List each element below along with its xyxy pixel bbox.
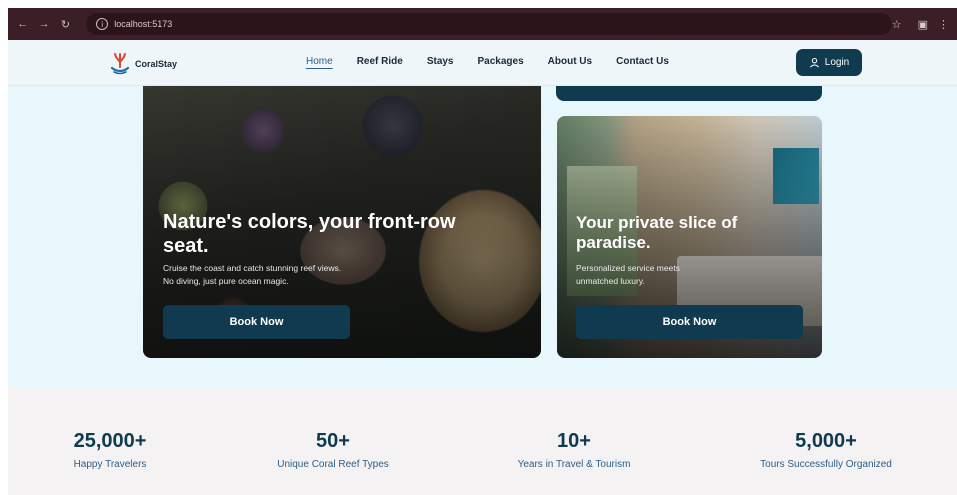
reef-book-now-button[interactable]: Book Now <box>163 305 350 339</box>
stat-years-in-travel: 10+ Years in Travel & Tourism <box>518 430 631 470</box>
nav-links: Home Reef Ride Stays Packages About Us C… <box>306 56 693 67</box>
info-icon[interactable]: i <box>96 18 109 30</box>
menu-icon[interactable]: ⋮ <box>938 18 949 31</box>
login-button[interactable]: Login <box>796 49 862 76</box>
reef-card-description: Cruise the coast and catch stunning reef… <box>163 262 341 288</box>
login-label: Login <box>824 57 850 68</box>
nav-link-contact-us[interactable]: Contact Us <box>616 56 669 67</box>
stay-card-description-line: Personalized service meets <box>576 263 680 273</box>
stay-card-description-line: unmatched luxury. <box>576 276 645 287</box>
address-bar[interactable]: i localhost:5173 <box>86 13 892 35</box>
stay-card: Your private slice of paradise. Personal… <box>557 116 822 358</box>
reef-card-description-line: No diving, just pure ocean magic. <box>163 276 289 287</box>
url-text: localhost:5173 <box>114 19 173 29</box>
bookmark-star-icon[interactable]: ☆ <box>892 18 902 31</box>
stats-section: 25,000+ Happy Travelers 50+ Unique Coral… <box>8 388 957 495</box>
nav-link-home[interactable]: Home <box>306 56 333 67</box>
nav-link-about-us[interactable]: About Us <box>548 56 592 67</box>
stat-tours-organized: 5,000+ Tours Successfully Organized <box>760 430 892 470</box>
stat-label: Tours Successfully Organized <box>760 459 892 470</box>
stat-coral-reef-types: 50+ Unique Coral Reef Types <box>277 430 389 470</box>
user-icon <box>809 57 819 68</box>
stat-value: 5,000+ <box>795 430 857 452</box>
previous-card-bottom <box>556 86 822 101</box>
forward-icon[interactable]: → <box>37 17 50 31</box>
nav-link-packages[interactable]: Packages <box>478 56 524 67</box>
stat-label: Happy Travelers <box>73 459 147 470</box>
stay-card-description: Personalized service meets unmatched lux… <box>576 262 680 288</box>
stat-happy-travelers: 25,000+ Happy Travelers <box>74 430 147 470</box>
stat-label: Unique Coral Reef Types <box>277 459 389 470</box>
nav-link-reef-ride[interactable]: Reef Ride <box>357 56 403 67</box>
reload-icon[interactable]: ↻ <box>59 17 72 31</box>
browser-toolbar: ← → ↻ i localhost:5173 ☆ ▣ ⋮ <box>8 8 957 40</box>
stat-label: Years in Travel & Tourism <box>517 459 631 470</box>
brand-name: CoralStay <box>135 59 178 69</box>
extensions-icon[interactable]: ▣ <box>918 18 928 31</box>
stat-value: 25,000+ <box>73 430 147 452</box>
back-icon[interactable]: ← <box>16 17 29 31</box>
stay-card-title: Your private slice of paradise. <box>576 213 738 253</box>
stat-value: 50+ <box>316 430 350 452</box>
coral-logo-icon <box>110 53 130 75</box>
nav-link-stays[interactable]: Stays <box>427 56 454 67</box>
stat-value: 10+ <box>557 430 591 452</box>
reef-card-title: Nature's colors, your front-row seat. <box>163 211 456 257</box>
reef-card-description-line: Cruise the coast and catch stunning reef… <box>163 263 342 273</box>
reef-card: Nature's colors, your front-row seat. Cr… <box>143 86 541 358</box>
brand-logo[interactable]: CoralStay <box>108 52 177 76</box>
site-header: CoralStay Home Reef Ride Stays Packages … <box>8 40 957 86</box>
stay-book-now-button[interactable]: Book Now <box>576 305 803 339</box>
hero-section: Nature's colors, your front-row seat. Cr… <box>8 86 957 388</box>
